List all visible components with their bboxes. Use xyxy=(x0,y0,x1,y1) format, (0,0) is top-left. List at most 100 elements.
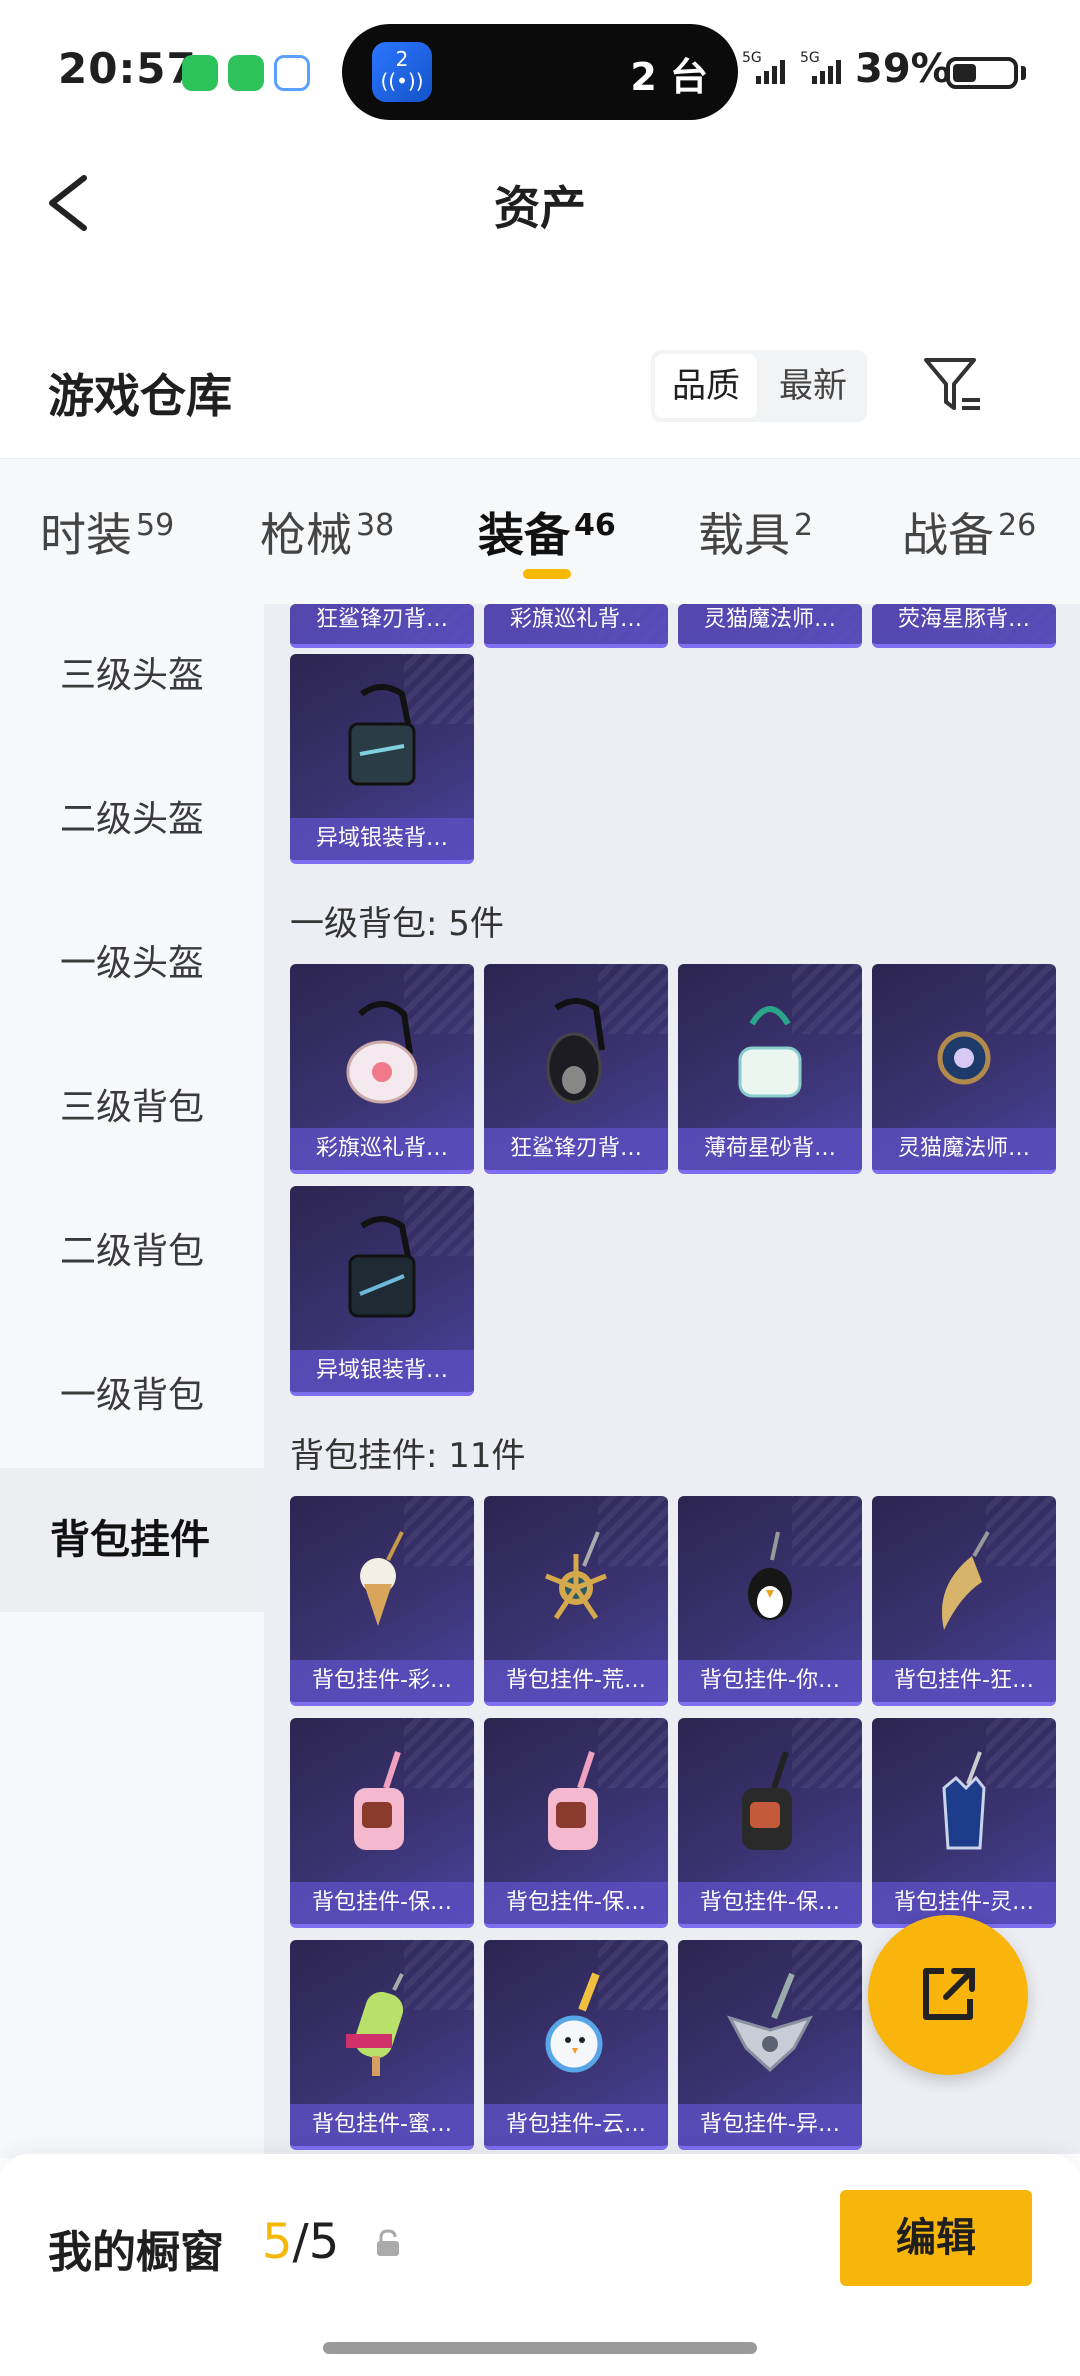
tab-equipment[interactable]: 装备 46 xyxy=(478,499,616,565)
wechat-icon xyxy=(182,55,218,91)
item-card[interactable]: 背包挂件-彩… xyxy=(290,1496,474,1706)
item-label: 异域银装背… xyxy=(290,818,474,860)
item-card[interactable]: 彩旗巡礼背… xyxy=(484,604,668,648)
tab-label: 战备 xyxy=(902,508,994,562)
tab-fashion[interactable]: 时装 59 xyxy=(40,499,174,565)
tab-supplies[interactable]: 战备 26 xyxy=(902,499,1036,565)
sort-newest-button[interactable]: 最新 xyxy=(763,354,863,418)
item-label: 彩旗巡礼背… xyxy=(484,604,668,644)
sun-pendant-icon xyxy=(545,1531,607,1620)
item-label: 灵猫魔法师… xyxy=(872,1128,1056,1170)
item-card[interactable]: 背包挂件-保… xyxy=(678,1718,862,1928)
sort-quality-button[interactable]: 品质 xyxy=(655,354,757,418)
item-card[interactable]: 背包挂件-荒… xyxy=(484,1496,668,1706)
backpack-icon xyxy=(348,684,416,786)
item-label: 荧海星豚背… xyxy=(872,604,1056,644)
dynamic-island[interactable]: 2 ((•)) 2 台 xyxy=(342,24,738,120)
category-tabs: 时装 59 枪械 38 装备 46 载具 2 战备 26 xyxy=(0,458,1080,604)
warehouse-title: 游戏仓库 xyxy=(48,369,232,423)
item-card[interactable]: 灵猫魔法师… xyxy=(678,604,862,648)
item-card[interactable]: 背包挂件-保… xyxy=(290,1718,474,1928)
item-card[interactable]: 异域银装背… xyxy=(290,1186,474,1396)
share-out-icon xyxy=(923,1968,975,2020)
item-card[interactable]: 背包挂件-异… xyxy=(678,1940,862,2150)
item-card[interactable]: 狂鲨锋刃背… xyxy=(484,964,668,1174)
tab-firearms[interactable]: 枪械 38 xyxy=(260,499,394,565)
item-card[interactable]: 异域银装背… xyxy=(290,654,474,864)
popsicle-pendant-icon xyxy=(346,1973,404,2076)
item-label: 背包挂件-云… xyxy=(484,2104,668,2146)
item-card[interactable]: 背包挂件-蜜… xyxy=(290,1940,474,2150)
sidebar-item-backpack-2[interactable]: 二级背包 xyxy=(0,1180,264,1324)
item-label: 背包挂件-狂… xyxy=(872,1660,1056,1702)
share-button[interactable] xyxy=(868,1915,1028,2075)
battery-fill xyxy=(953,64,976,82)
tab-label: 枪械 xyxy=(260,508,352,562)
item-card[interactable]: 背包挂件-灵… xyxy=(872,1718,1056,1928)
tag-pendant-icon xyxy=(742,1751,792,1850)
filter-button[interactable] xyxy=(918,350,988,420)
item-card[interactable]: 彩旗巡礼背… xyxy=(290,964,474,1174)
wing-pendant-icon xyxy=(726,1972,814,2073)
sidebar-item-backpack-3[interactable]: 三级背包 xyxy=(0,1036,264,1180)
showcase-count-current: 5 xyxy=(262,2214,293,2270)
item-card[interactable]: 荧海星豚背… xyxy=(872,604,1056,648)
sidebar-item-helmet-3[interactable]: 三级头盔 xyxy=(0,604,264,748)
cloud-pendant-icon xyxy=(545,1972,603,2073)
backpack-icon xyxy=(937,1031,991,1085)
item-card[interactable]: 狂鲨锋刃背… xyxy=(290,604,474,648)
sort-toggle: 品质 最新 xyxy=(651,350,867,422)
tab-count: 38 xyxy=(356,508,395,543)
ice-cream-pendant-icon xyxy=(360,1531,404,1626)
sidebar-item-pendant[interactable]: 背包挂件 xyxy=(0,1468,264,1612)
tab-count: 59 xyxy=(136,508,175,543)
item-label: 背包挂件-保… xyxy=(678,1882,862,1924)
battery-tip xyxy=(1021,66,1026,80)
cat-pendant-icon xyxy=(942,1751,986,1850)
tab-label: 装备 xyxy=(478,508,570,562)
assistant-icon xyxy=(274,55,310,91)
sidebar-item-backpack-1[interactable]: 一级背包 xyxy=(0,1324,264,1468)
status-time: 20:57 xyxy=(58,44,197,93)
section-title-backpack-1: 一级背包: 5件 xyxy=(290,904,504,944)
active-tab-indicator xyxy=(523,569,571,579)
item-label: 背包挂件-保… xyxy=(290,1882,474,1924)
item-card[interactable]: 背包挂件-保… xyxy=(484,1718,668,1928)
item-label: 异域银装背… xyxy=(290,1350,474,1392)
wechat-icon xyxy=(228,55,264,91)
battery-percent: 39% xyxy=(855,46,951,92)
item-card[interactable]: 灵猫魔法师… xyxy=(872,964,1056,1174)
item-card[interactable]: 背包挂件-云… xyxy=(484,1940,668,2150)
tag-pendant-icon xyxy=(354,1751,404,1850)
item-label: 背包挂件-你… xyxy=(678,1660,862,1702)
backpack-icon xyxy=(546,998,605,1104)
edit-button[interactable]: 编辑 xyxy=(840,2190,1032,2286)
item-label: 狂鲨锋刃背… xyxy=(484,1128,668,1170)
signal-icons: 5G 5G xyxy=(742,50,872,90)
item-label: 灵猫魔法师… xyxy=(678,604,862,644)
item-label: 彩旗巡礼背… xyxy=(290,1128,474,1170)
item-label: 狂鲨锋刃背… xyxy=(290,604,474,644)
filter-icon xyxy=(924,358,980,410)
showcase-count-total: 5 xyxy=(308,2214,340,2270)
broadcast-app-icon: 2 ((•)) xyxy=(372,42,432,102)
item-card[interactable]: 背包挂件-你… xyxy=(678,1496,862,1706)
status-bar: 20:57 2 ((•)) 2 台 5G 5G 39% xyxy=(0,0,1080,140)
fin-pendant-icon xyxy=(941,1530,990,1630)
item-label: 背包挂件-异… xyxy=(678,2104,862,2146)
section-title-pendant: 背包挂件: 11件 xyxy=(290,1436,526,1476)
item-label: 背包挂件-蜜… xyxy=(290,2104,474,2146)
backpack-icon xyxy=(346,1001,418,1104)
island-app-badge: 2 xyxy=(395,47,409,71)
sidebar-item-helmet-2[interactable]: 二级头盔 xyxy=(0,748,264,892)
showcase-count-sep: / xyxy=(292,2214,309,2270)
item-card[interactable]: 背包挂件-狂… xyxy=(872,1496,1056,1706)
signal-bars-icon xyxy=(756,60,785,84)
tab-vehicles[interactable]: 载具 2 xyxy=(698,499,813,565)
tag-pendant-icon xyxy=(548,1751,598,1850)
sidebar: 三级头盔 二级头盔 一级头盔 三级背包 二级背包 一级背包 背包挂件 xyxy=(0,604,264,2158)
backpack-icon xyxy=(348,1216,416,1318)
sidebar-item-helmet-1[interactable]: 一级头盔 xyxy=(0,892,264,1036)
signal-bars-icon xyxy=(812,60,841,84)
item-card[interactable]: 薄荷星砂背… xyxy=(678,964,862,1174)
